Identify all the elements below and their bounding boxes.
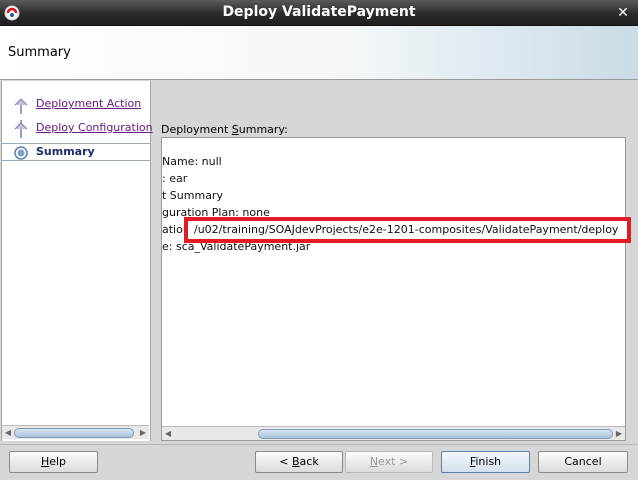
summary-line: : ear [162, 172, 188, 185]
scroll-right-icon[interactable]: ▶ [137, 426, 149, 440]
scroll-right-icon[interactable]: ▶ [613, 427, 625, 440]
nav-item-deployment-action[interactable]: Deployment Action [2, 96, 150, 114]
highlighted-deploy-path: /u02/training/SOAJdevProjects/e2e-1201-c… [184, 217, 631, 243]
window-title: Deploy ValidatePayment [222, 4, 416, 20]
nav-item-deploy-configuration[interactable]: Deploy Configuration [2, 120, 153, 138]
back-button[interactable]: < Back [255, 451, 343, 473]
scroll-left-icon[interactable]: ◀ [162, 427, 174, 440]
nav-item-label: Summary [36, 145, 95, 158]
deploy-path-text: /u02/training/SOAJdevProjects/e2e-1201-c… [194, 223, 619, 236]
deployment-summary-label: Deployment Summary: [161, 123, 288, 136]
step-current-icon [14, 146, 28, 160]
summary-line: Name: null [162, 155, 222, 168]
scroll-left-icon[interactable]: ◀ [2, 426, 14, 440]
nav-item-label: Deploy Configuration [36, 121, 153, 134]
summary-horizontal-scrollbar[interactable]: ◀ ▶ [162, 426, 625, 440]
scroll-thumb[interactable] [14, 428, 134, 438]
help-button[interactable]: Help [9, 451, 98, 473]
next-button[interactable]: Next > [345, 451, 433, 473]
summary-line: t Summary [162, 189, 223, 202]
step-done-icon [14, 120, 28, 138]
step-done-icon [14, 98, 28, 114]
nav-item-summary[interactable]: Summary [2, 143, 150, 161]
scroll-thumb[interactable] [258, 429, 613, 439]
deployment-summary-text[interactable]: Name: null : ear t Summary guration Plan… [161, 137, 626, 441]
page-title: Summary [8, 45, 71, 60]
cancel-button[interactable]: Cancel [538, 451, 628, 473]
nav-item-label: Deployment Action [36, 97, 142, 110]
wizard-step-list: Deployment Action Deploy Configuration S… [1, 81, 153, 441]
close-window-button[interactable]: ✕ [614, 4, 632, 22]
finish-button[interactable]: Finish [441, 451, 530, 473]
wizard-header: Summary [0, 26, 638, 80]
title-bar: Deploy ValidatePayment ✕ [0, 0, 638, 26]
footer-divider [0, 444, 638, 445]
nav-horizontal-scrollbar[interactable]: ◀ ▶ [2, 425, 149, 439]
